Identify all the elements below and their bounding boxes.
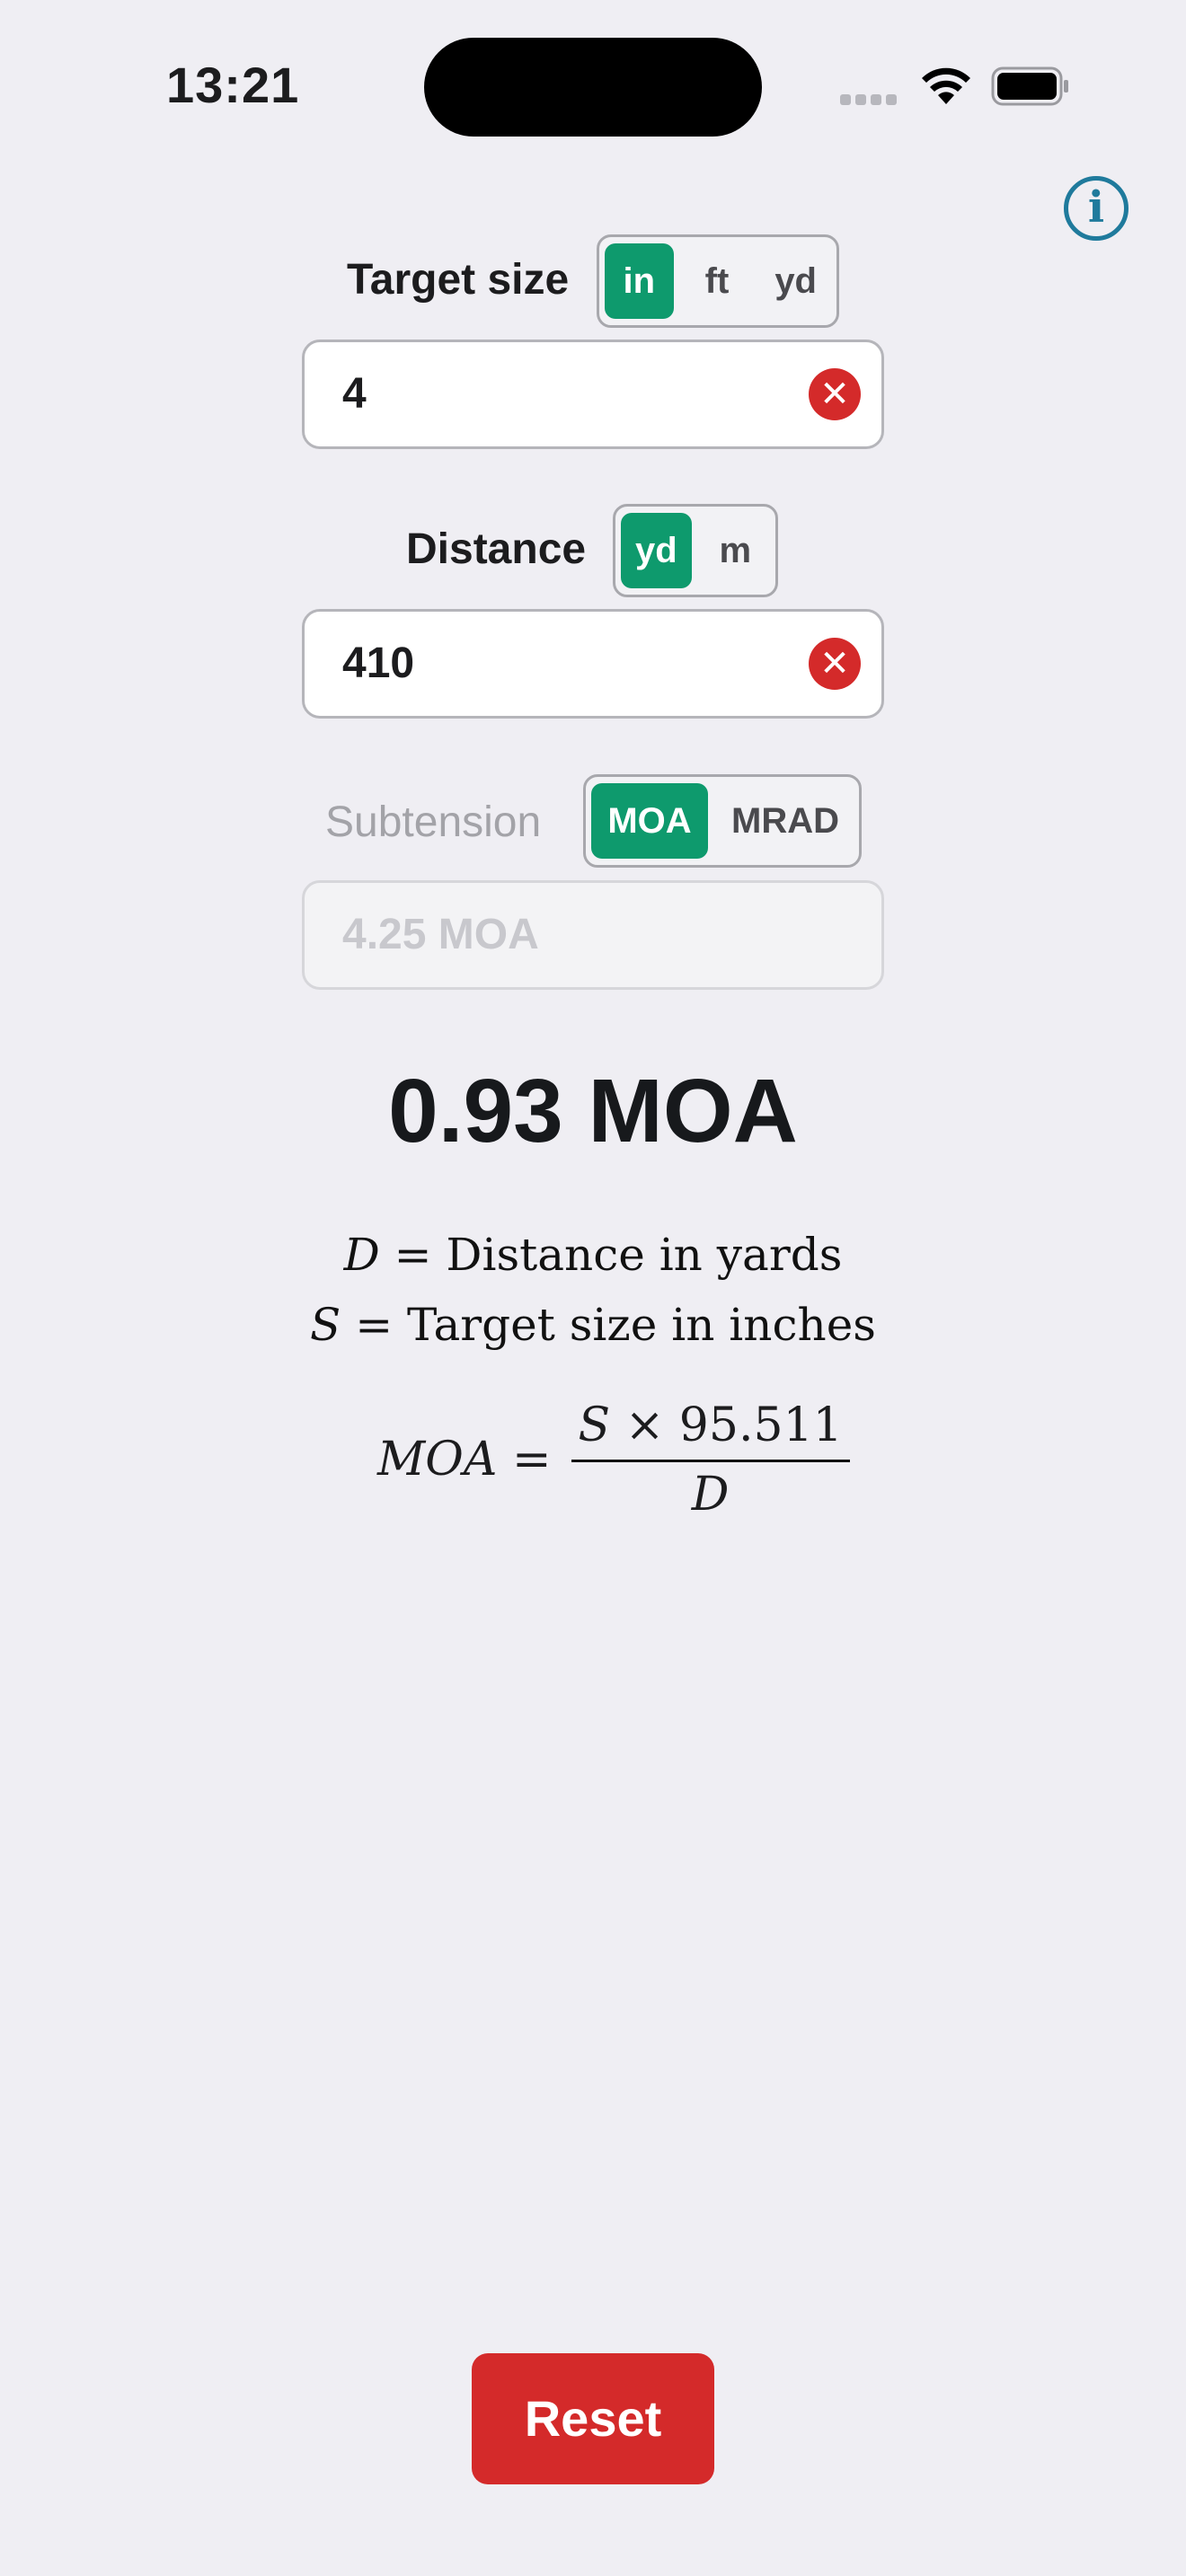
legend-size: S = Target size in inches [310,1299,876,1351]
moa-formula: MOA = S × 95.511 D [377,1397,850,1522]
formula-fraction: S × 95.511 D [571,1398,850,1522]
target-unit-ft[interactable]: ft [683,243,752,319]
dynamic-island [424,38,762,137]
distance-input[interactable]: 410 [302,609,884,719]
target-unit-in[interactable]: in [605,243,674,319]
subtension-label: Subtension [325,798,542,846]
target-size-input[interactable]: 4 [302,340,884,449]
distance-unit-m[interactable]: m [701,513,770,588]
target-size-label: Target size [347,256,570,304]
formula-numerator-var: S [578,1398,611,1452]
legend-d-var: D [343,1229,380,1281]
formula-denominator: D [691,1467,730,1522]
target-unit-yd[interactable]: yd [760,243,831,319]
distance-unit-yd[interactable]: yd [621,513,692,588]
wifi-icon [922,67,970,104]
formula-lhs: MOA [377,1433,498,1486]
status-time: 13:21 [166,57,300,113]
legend-d-text: Distance in yards [446,1229,843,1281]
result-value: 0.93 MOA [388,1061,798,1161]
cellular-signal-icon [840,93,903,106]
reset-button[interactable]: Reset [472,2353,714,2484]
clear-distance-icon[interactable]: ✕ [809,638,861,690]
subtension-unit-mrad[interactable]: MRAD [717,783,854,859]
formula-numerator-rest: × 95.511 [624,1398,843,1452]
clear-target-size-icon[interactable]: ✕ [809,368,861,420]
subtension-unit-moa[interactable]: MOA [591,783,709,859]
legend-s-var: S [310,1299,341,1351]
subtension-input: 4.25 MOA [302,880,884,990]
distance-unit-selector[interactable]: yd m [613,504,778,597]
target-size-unit-selector[interactable]: in ft yd [597,234,839,328]
battery-icon [991,66,1068,106]
distance-label: Distance [406,525,587,573]
info-icon[interactable]: i [1064,176,1128,241]
formula-numerator: S × 95.511 [571,1398,850,1462]
legend-distance: D = Distance in yards [343,1229,843,1281]
subtension-unit-selector[interactable]: MOA MRAD [583,774,862,868]
legend-s-text: Target size in inches [406,1299,876,1351]
